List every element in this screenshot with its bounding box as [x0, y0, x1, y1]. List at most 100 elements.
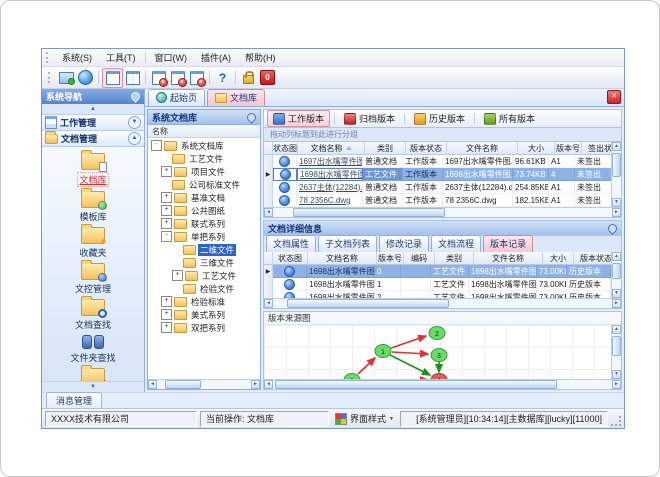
expand-icon[interactable]: + [161, 296, 172, 307]
scrollbar-thumb[interactable] [612, 153, 621, 177]
pin-icon[interactable] [606, 221, 619, 235]
sidebar-item-checked-out-docs[interactable]: ✓ 签出的文档 [48, 365, 138, 381]
tree-node[interactable]: + 公共图纸 [148, 204, 260, 217]
grid-horizontal-scrollbar[interactable]: ◄ ► [264, 207, 621, 217]
tree-node-selected[interactable]: 二维文件 [148, 243, 260, 256]
expand-icon[interactable]: + [161, 192, 172, 203]
archived-version-button[interactable]: 归档版本 [339, 111, 400, 126]
tree-node[interactable]: + 美式系列 [148, 308, 260, 321]
column-header[interactable]: 类别 [365, 142, 406, 155]
column-header[interactable]: 类别 [435, 252, 474, 265]
column-header[interactable]: 编码 [404, 252, 435, 265]
scrollbar-thumb[interactable] [612, 263, 621, 279]
document-link[interactable]: 2637主体(12284).dwg [299, 182, 362, 193]
scroll-up-icon[interactable]: ▲ [612, 142, 621, 151]
graph-node-3[interactable]: 3 [430, 348, 448, 362]
chevron-down-icon[interactable]: ▼ [128, 116, 141, 129]
scrollbar-thumb[interactable] [293, 208, 445, 217]
close-window-button-3[interactable]: x [187, 69, 206, 87]
all-versions-button[interactable]: 所有版本 [479, 111, 540, 126]
table-row-selected[interactable]: ▶ 1698出水嘴零件图.dwg 0 工艺文件 1698出水嘴零件图.dwg 7… [264, 265, 611, 278]
grid-group-area[interactable]: 拖动列标题到此进行分组 [263, 128, 622, 142]
graph-node-1[interactable]: 1 [374, 344, 392, 358]
version-graph-canvas[interactable]: 0 1 2 3 4 [264, 325, 611, 379]
column-header[interactable]: 版本号 [377, 252, 404, 265]
sidebar-item-doc-control[interactable]: 文控管理 [48, 260, 138, 295]
tab-modify-records[interactable]: 修改记录 [379, 235, 430, 252]
tab-document-library[interactable]: 文档库 [207, 89, 266, 106]
graph-node-0[interactable]: 0 [343, 373, 361, 380]
scroll-right-icon[interactable]: ► [612, 299, 621, 308]
grid-vertical-scrollbar[interactable]: ▲ ▼ [611, 252, 621, 298]
tree-node[interactable]: 公司标准文件 [148, 178, 260, 191]
column-header[interactable]: 版本号 [555, 142, 582, 155]
scroll-right-icon[interactable]: ► [251, 380, 260, 389]
sidebar-group-work[interactable]: 工作管理 ▼ [42, 115, 144, 131]
tab-doc-properties[interactable]: 文档属性 [266, 235, 317, 252]
tree-node[interactable]: + 项目文件 [148, 165, 260, 178]
column-header[interactable]: 签出状态 [582, 142, 611, 155]
chevron-up-icon[interactable]: ▲ [128, 132, 141, 145]
help-button[interactable]: ? [213, 69, 232, 87]
sidebar-expand-strip[interactable]: ▼ [42, 381, 144, 392]
column-header[interactable]: 文件名称 [474, 252, 543, 265]
scrollbar-thumb[interactable] [165, 380, 201, 389]
sidebar-item-doc-search[interactable]: 文档查找 [48, 296, 138, 331]
tab-message-management[interactable]: 消息管理 [46, 392, 103, 408]
column-header[interactable]: 状态图 [273, 252, 308, 265]
lock-button[interactable] [239, 69, 258, 87]
document-link[interactable]: 1698出水嘴零件图.dwg [300, 169, 362, 180]
expand-icon[interactable]: + [161, 322, 172, 333]
menu-help[interactable]: 帮助(H) [238, 50, 283, 65]
graph-horizontal-scrollbar[interactable]: ◄ ► [264, 379, 621, 389]
sidebar-collapse-strip[interactable]: ▲ [42, 104, 144, 115]
collapse-icon[interactable]: - [161, 231, 172, 242]
tab-start-page[interactable]: 起始页 [148, 89, 206, 106]
menu-system[interactable]: 系统(S) [55, 50, 99, 65]
document-link[interactable]: 78 2356C.dwg [299, 196, 351, 205]
graph-node-4[interactable]: 4 [430, 373, 448, 380]
tree-node[interactable]: 检验文件 [148, 282, 260, 295]
scroll-left-icon[interactable]: ◄ [148, 380, 157, 389]
graph-node-2[interactable]: 2 [428, 326, 446, 340]
column-header[interactable]: 文件名称 [447, 142, 518, 155]
exit-button[interactable]: 0 [258, 69, 277, 87]
sidebar-item-template-library[interactable]: 模板库 [48, 188, 138, 223]
menu-window[interactable]: 窗口(W) [148, 50, 195, 65]
scroll-right-icon[interactable]: ► [612, 380, 621, 389]
expand-icon[interactable]: + [161, 218, 172, 229]
sidebar-item-document-library[interactable]: 文档库 [48, 150, 138, 187]
close-window-button-2[interactable]: x [168, 69, 187, 87]
column-header[interactable]: 状态图 [273, 142, 298, 155]
tree-node[interactable]: + 基准文档 [148, 191, 260, 204]
tree-node[interactable]: + 检验标准 [148, 295, 260, 308]
document-link[interactable]: 1697出水嘴零件图.dwg [299, 156, 362, 167]
table-row[interactable]: 1698出水嘴零件图.dwg 1 工艺文件 1698出水嘴零件图.dwg 73.… [264, 278, 611, 291]
network-button[interactable] [76, 69, 95, 87]
sidebar-group-document[interactable]: 文档管理 ▲ [42, 130, 144, 147]
scroll-left-icon[interactable]: ◄ [264, 299, 273, 308]
scrollbar-thumb[interactable] [275, 380, 557, 389]
tree-node[interactable]: + 双把系列 [148, 321, 260, 334]
tree-node[interactable]: + 工艺文件 [148, 269, 260, 282]
scrollbar-thumb[interactable] [287, 299, 449, 308]
tab-subdoc-list[interactable]: 子文档列表 [318, 235, 378, 252]
working-version-button[interactable]: 工作版本 [267, 110, 331, 127]
scroll-down-icon[interactable]: ▼ [612, 370, 621, 379]
tree-horizontal-scrollbar[interactable]: ◄ ► [148, 379, 260, 389]
table-row[interactable]: 78 2356C.dwg 普通文档 工作版本 78 2356C.dwg 182.… [264, 194, 611, 207]
table-row[interactable]: 1697出水嘴零件图.dwg 普通文档 工作版本 1697出水嘴零件图.dwg … [264, 155, 611, 168]
tree-column-header[interactable]: 名称 [148, 125, 260, 138]
window-view-button[interactable] [102, 67, 123, 88]
pin-icon[interactable] [245, 110, 258, 124]
tree-node[interactable]: - 单把系列 [148, 230, 260, 243]
column-header[interactable]: 大小 [518, 142, 555, 155]
tree-node[interactable]: 工艺文件 [148, 152, 260, 165]
resize-grip[interactable] [611, 416, 621, 426]
scroll-down-icon[interactable]: ▼ [612, 289, 621, 298]
scroll-down-icon[interactable]: ▼ [612, 198, 621, 207]
scrollbar-thumb[interactable] [612, 336, 621, 356]
table-row-selected[interactable]: ▶ 1698出水嘴零件图.dwg 工艺文件 工作版本 1698出水嘴零件图.dw… [264, 168, 611, 181]
history-version-button[interactable]: 历史版本 [409, 111, 470, 126]
expand-icon[interactable]: + [161, 205, 172, 216]
